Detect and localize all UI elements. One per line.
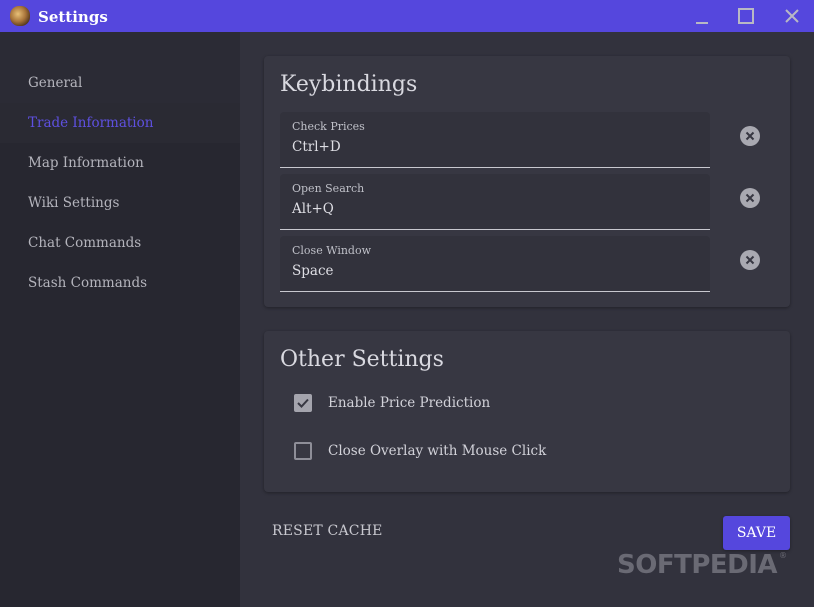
clear-close-window-button[interactable] <box>740 250 760 270</box>
close-window-field[interactable]: Close Window Space <box>280 236 710 292</box>
sidebar-item-stash-commands[interactable]: Stash Commands <box>0 263 240 303</box>
minimize-button[interactable] <box>682 0 722 32</box>
registered-mark: ® <box>779 551 787 560</box>
maximize-icon <box>738 8 754 24</box>
checkmark-icon <box>297 398 309 408</box>
sidebar-item-label: Trade Information <box>28 115 154 131</box>
app-logo-icon <box>10 6 30 26</box>
maximize-button[interactable] <box>726 0 766 32</box>
sidebar: General Trade Information Map Informatio… <box>0 32 240 607</box>
enable-price-prediction-option[interactable]: Enable Price Prediction <box>294 391 490 415</box>
close-icon <box>785 9 799 23</box>
close-overlay-option[interactable]: Close Overlay with Mouse Click <box>294 439 546 463</box>
sidebar-item-trade-information[interactable]: Trade Information <box>0 103 240 143</box>
sidebar-item-wiki-settings[interactable]: Wiki Settings <box>0 183 240 223</box>
other-settings-title: Other Settings <box>280 347 444 372</box>
window-title: Settings <box>38 8 108 26</box>
field-label: Close Window <box>292 244 372 257</box>
field-value: Ctrl+D <box>292 139 341 155</box>
sidebar-item-general[interactable]: General <box>0 63 240 103</box>
keybindings-card: Keybindings Check Prices Ctrl+D Open Sea… <box>264 56 790 307</box>
watermark: SOFTPEDIA <box>617 550 778 580</box>
clear-icon <box>745 255 755 265</box>
field-value: Space <box>292 263 334 279</box>
other-settings-card: Other Settings Enable Price Prediction C… <box>264 331 790 492</box>
minimize-icon <box>696 22 708 24</box>
check-prices-field[interactable]: Check Prices Ctrl+D <box>280 112 710 168</box>
enable-price-prediction-checkbox[interactable] <box>294 394 312 412</box>
field-label: Open Search <box>292 182 365 195</box>
sidebar-item-label: Stash Commands <box>28 275 148 291</box>
close-overlay-checkbox[interactable] <box>294 442 312 460</box>
main-content: Keybindings Check Prices Ctrl+D Open Sea… <box>240 32 814 607</box>
close-button[interactable] <box>772 0 812 32</box>
keybindings-title: Keybindings <box>280 72 418 97</box>
field-value: Alt+Q <box>292 201 334 217</box>
sidebar-item-chat-commands[interactable]: Chat Commands <box>0 223 240 263</box>
reset-cache-button[interactable]: RESET CACHE <box>264 515 391 547</box>
sidebar-item-label: Map Information <box>28 155 144 171</box>
clear-icon <box>745 131 755 141</box>
field-label: Check Prices <box>292 120 365 133</box>
clear-icon <box>745 193 755 203</box>
checkbox-label: Close Overlay with Mouse Click <box>328 443 547 459</box>
clear-open-search-button[interactable] <box>740 188 760 208</box>
sidebar-item-label: Wiki Settings <box>28 195 120 211</box>
checkbox-label: Enable Price Prediction <box>328 395 491 411</box>
sidebar-item-label: Chat Commands <box>28 235 142 251</box>
save-button[interactable]: SAVE <box>723 516 790 550</box>
clear-check-prices-button[interactable] <box>740 126 760 146</box>
sidebar-item-map-information[interactable]: Map Information <box>0 143 240 183</box>
open-search-field[interactable]: Open Search Alt+Q <box>280 174 710 230</box>
sidebar-item-label: General <box>28 75 83 91</box>
title-bar: Settings <box>0 0 814 32</box>
